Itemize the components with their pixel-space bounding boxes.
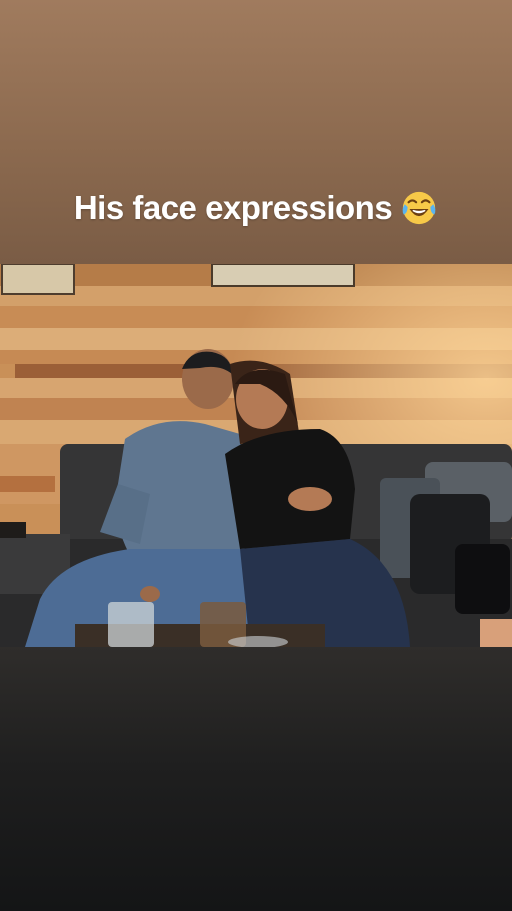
photo-illustration [0,264,512,647]
caption-text: His face expressions [73,189,393,226]
side-table [0,522,26,538]
story-caption[interactable]: His face expressions [0,186,512,230]
face-with-tears-of-joy-icon [402,191,436,225]
glass-left [108,602,154,647]
wall-frame-center [211,264,355,287]
story-bottom-background [0,647,512,911]
wall-frame-left [1,264,75,295]
story-photo[interactable] [0,264,512,647]
